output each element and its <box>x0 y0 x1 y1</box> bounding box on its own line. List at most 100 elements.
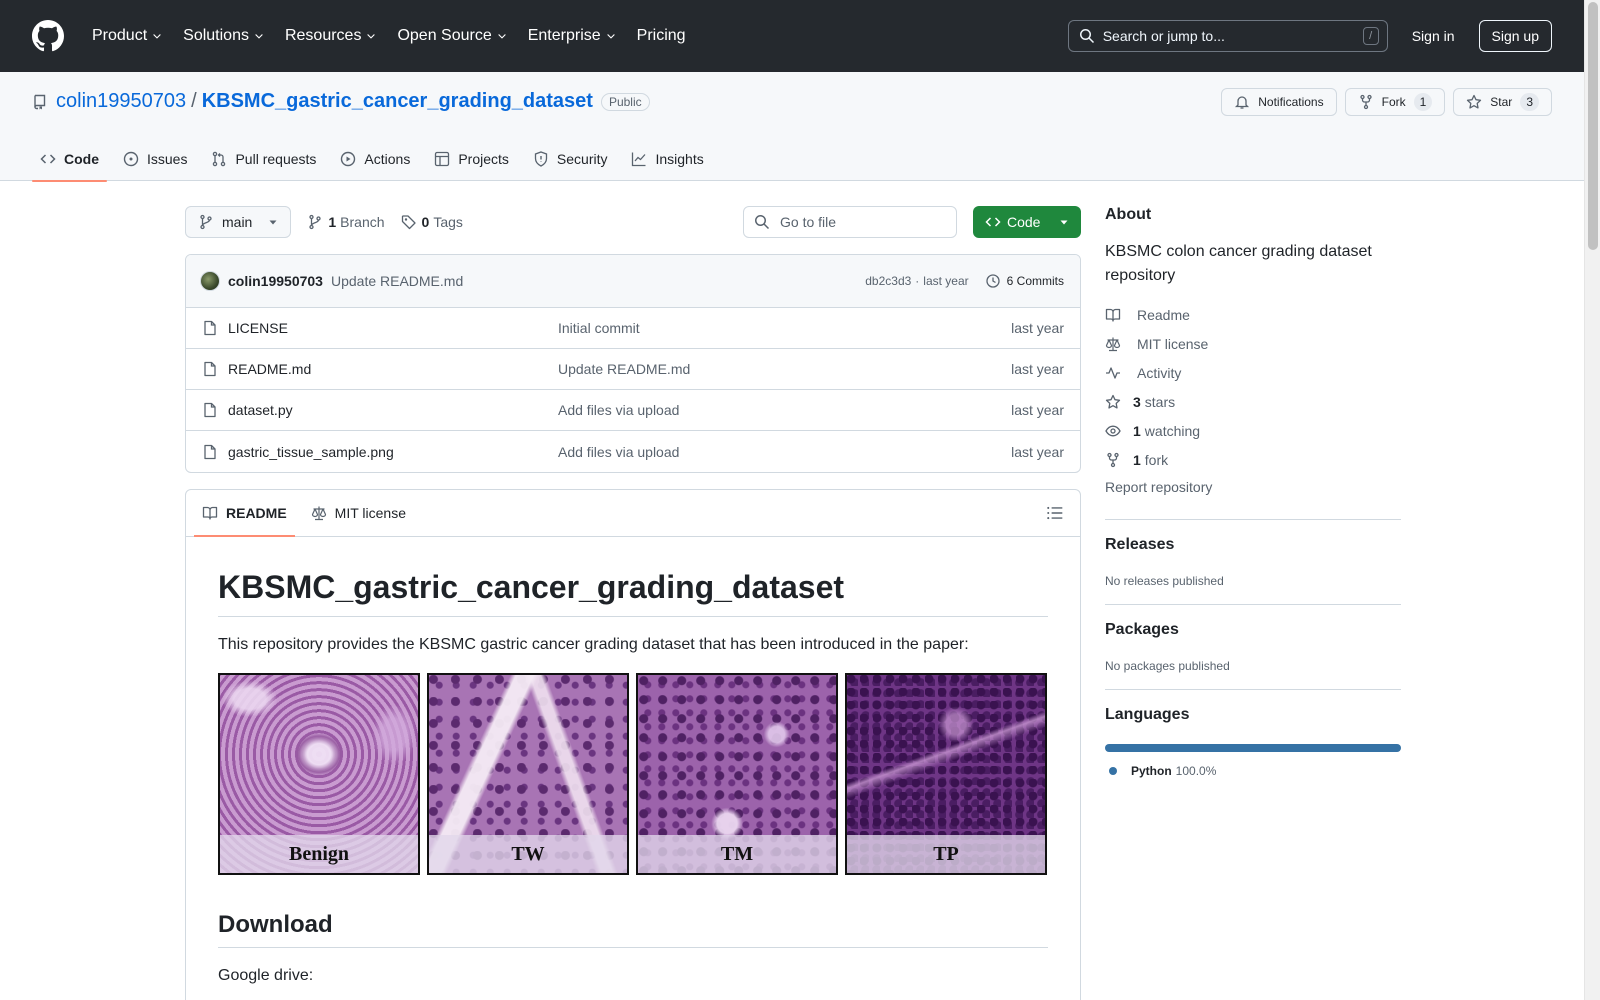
sample-label: TP <box>847 835 1045 873</box>
file-commit-message[interactable]: Update README.md <box>558 361 1011 377</box>
activity-link[interactable]: Activity <box>1105 358 1401 387</box>
repo-owner-link[interactable]: colin19950703 <box>56 90 186 113</box>
license-tab[interactable]: MIT license <box>303 490 414 536</box>
stars-link[interactable]: 3 stars <box>1105 387 1401 416</box>
tab-insights[interactable]: Insights <box>623 136 711 181</box>
file-link-readme[interactable]: README.md <box>202 361 558 377</box>
branch-select-button[interactable]: main <box>185 206 292 238</box>
readme-tab-label: README <box>226 505 287 521</box>
commit-hash-link[interactable]: db2c3d3 <box>865 274 911 288</box>
commits-history-link[interactable]: 6 Commits <box>985 273 1064 289</box>
law-icon <box>1105 337 1121 351</box>
file-commit-message[interactable]: Initial commit <box>558 320 1011 336</box>
star-button[interactable]: Star 3 <box>1453 88 1552 116</box>
sample-tile-tm: TM <box>636 673 838 875</box>
go-to-file-input[interactable]: Go to file <box>743 206 957 238</box>
language-color-dot <box>1109 767 1117 775</box>
branch-count: 1 <box>328 214 337 230</box>
nav-pricing[interactable]: Pricing <box>631 20 692 52</box>
fork-icon <box>1107 452 1119 467</box>
packages-heading[interactable]: Packages <box>1105 621 1401 639</box>
releases-section: Releases No releases published <box>1105 519 1401 588</box>
nav-open-source[interactable]: Open Source <box>391 20 513 52</box>
language-name: Python <box>1131 764 1172 778</box>
languages-section: Languages Python 100.0% <box>1105 689 1401 778</box>
language-item[interactable]: Python 100.0% <box>1105 764 1401 778</box>
tab-label: Projects <box>458 150 509 167</box>
item-count: 1 <box>1133 422 1141 439</box>
forks-link[interactable]: 1 fork <box>1105 445 1401 474</box>
nav-resources[interactable]: Resources <box>279 20 383 52</box>
file-link-gastric-tissue-sample[interactable]: gastric_tissue_sample.png <box>202 444 558 460</box>
file-row: README.md Update README.md last year <box>186 349 1080 390</box>
nav-enterprise[interactable]: Enterprise <box>522 20 623 52</box>
license-link[interactable]: MIT license <box>1105 329 1401 358</box>
tags-link[interactable]: 0 Tags <box>401 214 463 230</box>
chevron-down-icon <box>367 34 376 39</box>
page-scrollbar[interactable] <box>1584 0 1600 1000</box>
nav-label: Product <box>92 27 148 44</box>
file-link-dataset-py[interactable]: dataset.py <box>202 402 558 418</box>
file-toolbar: main 1 Branch 0 Tags Go to file Code <box>185 206 1081 238</box>
about-links: Readme MIT license Activity 3 stars 1 watc… <box>1105 300 1401 474</box>
fork-icon <box>1359 94 1372 110</box>
releases-heading[interactable]: Releases <box>1105 536 1401 554</box>
code-icon <box>40 153 56 164</box>
tab-code[interactable]: Code <box>32 136 107 182</box>
graph-icon <box>632 152 646 166</box>
file-name: gastric_tissue_sample.png <box>228 443 394 460</box>
file-icon <box>204 402 216 418</box>
latest-commit-bar: colin19950703 Update README.md db2c3d3 ·… <box>186 255 1080 308</box>
tab-label: Security <box>556 150 608 167</box>
notifications-button[interactable]: Notifications <box>1221 88 1337 116</box>
history-icon <box>986 274 1000 288</box>
fork-button[interactable]: Fork 1 <box>1344 88 1446 116</box>
tab-issues[interactable]: Issues <box>115 136 195 181</box>
report-repository-link[interactable]: Report repository <box>1105 479 1401 503</box>
packages-text: No packages published <box>1105 659 1230 673</box>
star-count: 3 <box>1520 93 1539 111</box>
pulse-icon <box>1106 366 1120 379</box>
commit-author-link[interactable]: colin19950703 <box>228 273 323 289</box>
tab-projects[interactable]: Projects <box>426 136 517 181</box>
tissue-sample-image[interactable]: Benign TW TM TP <box>218 673 1048 875</box>
file-row: LICENSE Initial commit last year <box>186 308 1080 349</box>
tab-label: Issues <box>147 150 188 167</box>
nav-product[interactable]: Product <box>86 20 169 52</box>
readme-link[interactable]: Readme <box>1105 300 1401 329</box>
repo-name-link[interactable]: KBSMC_gastric_cancer_grading_dataset <box>202 90 593 113</box>
tab-pull-requests[interactable]: Pull requests <box>203 136 324 181</box>
chevron-down-icon <box>255 34 263 39</box>
sign-up-button[interactable]: Sign up <box>1478 20 1552 52</box>
tab-actions[interactable]: Actions <box>332 136 418 181</box>
avatar[interactable] <box>200 271 220 291</box>
file-commit-message[interactable]: Add files via upload <box>558 444 1011 460</box>
packages-section: Packages No packages published <box>1105 604 1401 673</box>
watchers-link[interactable]: 1 watching <box>1105 416 1401 445</box>
languages-heading: Languages <box>1105 706 1190 723</box>
file-icon <box>204 361 216 377</box>
commit-message-link[interactable]: Update README.md <box>331 273 463 289</box>
scrollbar-thumb[interactable] <box>1588 2 1598 250</box>
tab-security[interactable]: Security <box>525 136 616 181</box>
repo-path-separator: / <box>191 90 197 112</box>
global-search-input[interactable]: Search or jump to... / <box>1067 20 1388 52</box>
search-icon <box>755 215 770 230</box>
readme-tab[interactable]: README <box>194 490 295 537</box>
file-link-license[interactable]: LICENSE <box>202 320 558 336</box>
code-dropdown-button[interactable]: Code <box>973 206 1081 238</box>
branches-link[interactable]: 1 Branch <box>307 214 385 230</box>
nav-label: Resources <box>284 27 362 44</box>
file-date: last year <box>1011 361 1064 377</box>
go-to-file-placeholder: Go to file <box>780 214 837 230</box>
sign-in-link[interactable]: Sign in <box>1404 28 1463 44</box>
list-outline-icon[interactable] <box>1046 504 1064 522</box>
file-commit-message[interactable]: Add files via upload <box>558 402 1011 418</box>
fork-label: Fork <box>1381 95 1406 109</box>
github-logo-icon[interactable] <box>32 20 64 52</box>
nav-solutions[interactable]: Solutions <box>177 20 271 52</box>
star-label: Star <box>1490 95 1513 109</box>
nav-label: Enterprise <box>527 27 601 44</box>
global-nav: Product Solutions Resources Open Source … <box>86 20 700 52</box>
sample-tile-tp: TP <box>845 673 1047 875</box>
